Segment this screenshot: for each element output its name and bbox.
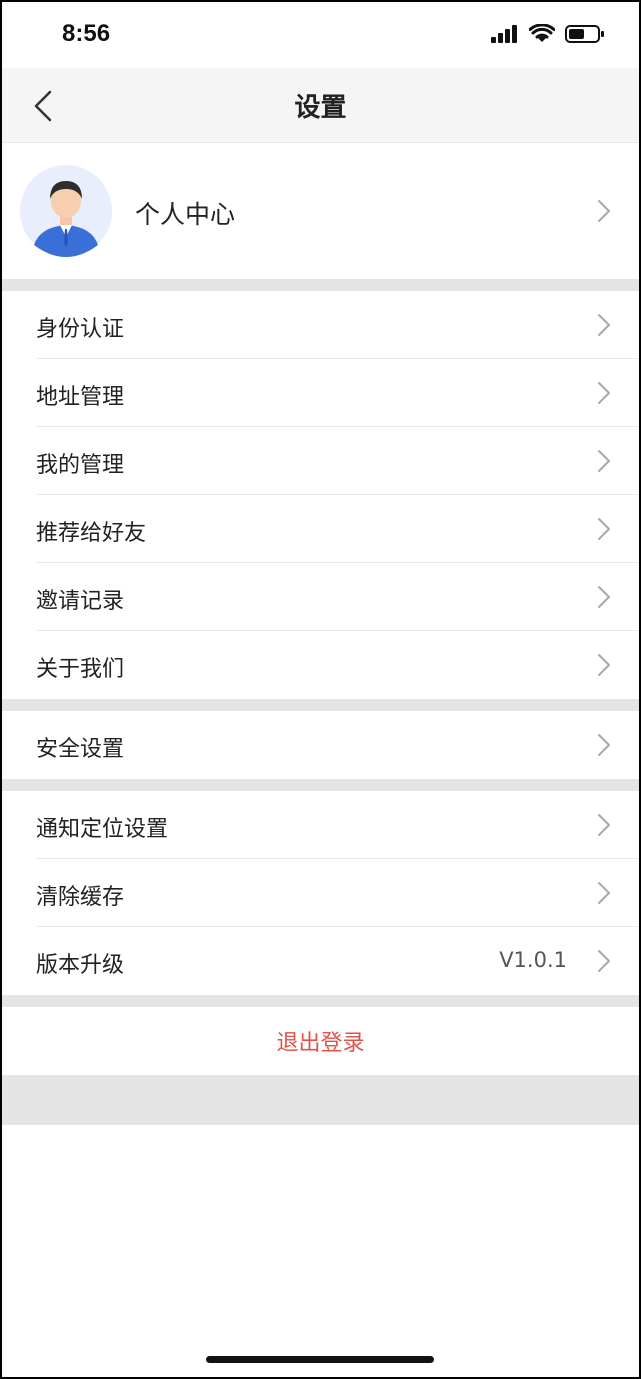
settings-item-label: 清除缓存 [36,885,125,910]
settings-item-my-management[interactable]: 我的管理 [2,427,639,495]
chevron-right-icon [598,382,610,404]
chevron-right-icon [598,950,610,972]
settings-item-label: 通知定位设置 [36,817,169,842]
chevron-right-icon [598,586,610,608]
settings-item-label: 我的管理 [36,453,125,478]
settings-item-label: 推荐给好友 [36,521,147,546]
status-bar: 8:56 [2,2,639,68]
settings-item-label: 关于我们 [36,657,125,682]
chevron-right-icon [598,518,610,540]
page-title: 设置 [294,92,347,123]
chevron-right-icon [598,314,610,336]
chevron-right-icon [598,654,610,676]
phone-screen: 8:56 设置 个人中心 身份认证 地址管理 我的管理 推荐给好友 邀请记录 关… [0,0,641,1379]
status-time: 8:56 [62,20,111,47]
settings-item-notification-location[interactable]: 通知定位设置 [2,791,639,859]
chevron-right-icon [598,200,610,222]
settings-item-security[interactable]: 安全设置 [2,711,639,779]
settings-group-1: 身份认证 地址管理 我的管理 推荐给好友 邀请记录 关于我们 [2,291,639,699]
settings-item-about[interactable]: 关于我们 [2,631,639,699]
settings-item-label: 版本升级 [36,953,125,978]
avatar [20,165,112,257]
section-separator [2,995,639,1007]
battery-icon [565,25,604,43]
chevron-right-icon [598,734,610,756]
section-separator [2,699,639,711]
chevron-right-icon [598,882,610,904]
settings-item-label: 安全设置 [36,737,125,762]
chevron-right-icon [598,814,610,836]
settings-item-clear-cache[interactable]: 清除缓存 [2,859,639,927]
settings-item-identity[interactable]: 身份认证 [2,291,639,359]
nav-bar: 设置 [2,68,639,143]
chevron-right-icon [598,450,610,472]
chevron-left-icon[interactable] [30,90,58,122]
settings-item-version-upgrade[interactable]: 版本升级 V1.0.1 [2,927,639,995]
logout-button[interactable]: 退出登录 [2,1007,639,1075]
section-separator [2,279,639,291]
signal-icon [491,25,517,43]
settings-group-3: 通知定位设置 清除缓存 版本升级 V1.0.1 [2,791,639,995]
settings-item-address[interactable]: 地址管理 [2,359,639,427]
status-icons [491,24,605,44]
settings-item-label: 身份认证 [36,317,125,342]
settings-group-2: 安全设置 [2,711,639,779]
bottom-gray-block [2,1075,639,1125]
version-value: V1.0.1 [499,948,567,972]
profile-label: 个人中心 [135,200,236,229]
section-separator [2,779,639,791]
logout-label: 退出登录 [276,1031,365,1056]
settings-item-label: 地址管理 [36,385,125,410]
profile-row[interactable]: 个人中心 [2,143,639,279]
settings-item-recommend[interactable]: 推荐给好友 [2,495,639,563]
wifi-icon [529,24,555,42]
settings-item-invite-records[interactable]: 邀请记录 [2,563,639,631]
settings-item-label: 邀请记录 [36,589,125,614]
home-indicator[interactable] [206,1356,434,1363]
